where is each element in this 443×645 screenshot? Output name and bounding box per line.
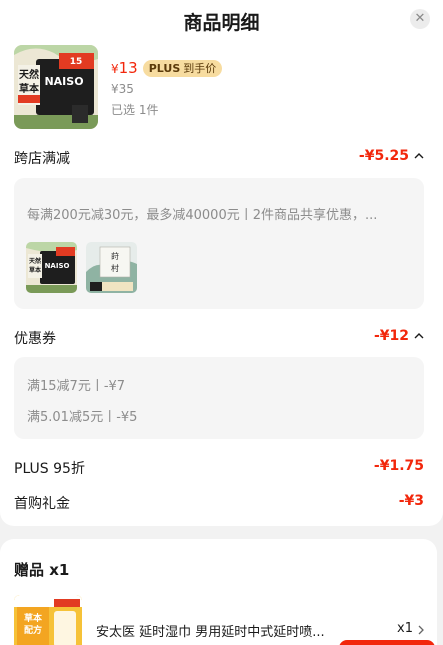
page-title: 商品明细 <box>183 12 260 34</box>
gift-title: 赠品 x1 <box>14 561 70 579</box>
bottom-action-button[interactable] <box>339 640 435 645</box>
close-button[interactable]: ✕ <box>410 9 430 29</box>
cross-store-discount-description: 每满200元减30元，最多减40000元丨2件商品共享优惠，... <box>27 208 378 223</box>
product-thumbnail[interactable]: 15 NAISO 天然 草本 <box>14 45 98 129</box>
gift-quantity: x1 <box>397 621 413 636</box>
chevron-right-icon[interactable] <box>417 625 425 635</box>
first-purchase-gift-value: -¥3 <box>398 493 424 509</box>
svg-text:村: 村 <box>111 263 119 273</box>
plus-discount-value: -¥1.75 <box>373 458 424 474</box>
chevron-up-icon <box>414 153 424 159</box>
coupon-label: 优惠券 <box>14 331 56 347</box>
svg-text:莳: 莳 <box>111 251 119 261</box>
detail-sheet: 商品明细 ✕ 15 NAISO 天然 草本 ¥13 PLUS 到手价 ¥35 已选… <box>0 0 443 526</box>
plus-price-badge: PLUS 到手价 <box>142 59 223 77</box>
coupon-item: 满15减7元丨-¥7 <box>27 379 126 394</box>
coupon-panel: 满15减7元丨-¥7 满5.01减5元丨-¥5 <box>14 357 424 439</box>
svg-text:15: 15 <box>70 57 83 67</box>
plus-discount-label: PLUS 95折 <box>14 461 85 477</box>
sheet-header: 商品明细 ✕ <box>0 0 443 38</box>
other-product-mini-thumbnail[interactable]: 莳 村 <box>86 242 137 293</box>
current-price: ¥13 <box>111 59 138 77</box>
coupon-toggle[interactable]: -¥12 <box>374 328 424 344</box>
svg-text:草本: 草本 <box>24 612 43 624</box>
original-price: ¥35 <box>111 82 134 96</box>
cross-store-discount-value: -¥5.25 <box>358 148 409 164</box>
cross-store-discount-panel: 每满200元减30元，最多减40000元丨2件商品共享优惠，... NAISO … <box>14 178 424 309</box>
svg-text:NAISO: NAISO <box>44 75 83 88</box>
cross-store-discount-toggle[interactable]: -¥5.25 <box>359 148 424 164</box>
first-purchase-gift-label: 首购礼金 <box>14 496 70 512</box>
gift-thumbnail[interactable]: 草本 配方 <box>14 595 82 645</box>
coupon-item: 满5.01减5元丨-¥5 <box>27 410 138 425</box>
selected-count: 已选 1件 <box>111 103 159 117</box>
svg-text:配方: 配方 <box>24 624 42 636</box>
gift-name[interactable]: 安太医 延时湿巾 男用延时中式延时喷... <box>96 621 358 640</box>
svg-text:NAISO: NAISO <box>45 262 70 270</box>
product-mini-thumbnail[interactable]: NAISO 天然 草本 <box>26 242 77 293</box>
svg-text:草本: 草本 <box>29 266 42 274</box>
gift-section: 赠品 x1 草本 配方 安太医 延时湿巾 男用延时中式延时喷... x1 <box>0 539 437 645</box>
svg-text:天然: 天然 <box>29 257 41 265</box>
price-row: ¥13 PLUS 到手价 <box>111 59 223 77</box>
chevron-up-icon <box>414 333 424 339</box>
close-icon: ✕ <box>414 11 426 26</box>
cross-store-discount-label: 跨店满减 <box>14 151 70 167</box>
svg-text:草本: 草本 <box>19 82 40 95</box>
coupon-value: -¥12 <box>373 328 409 344</box>
svg-text:天然: 天然 <box>19 68 39 81</box>
